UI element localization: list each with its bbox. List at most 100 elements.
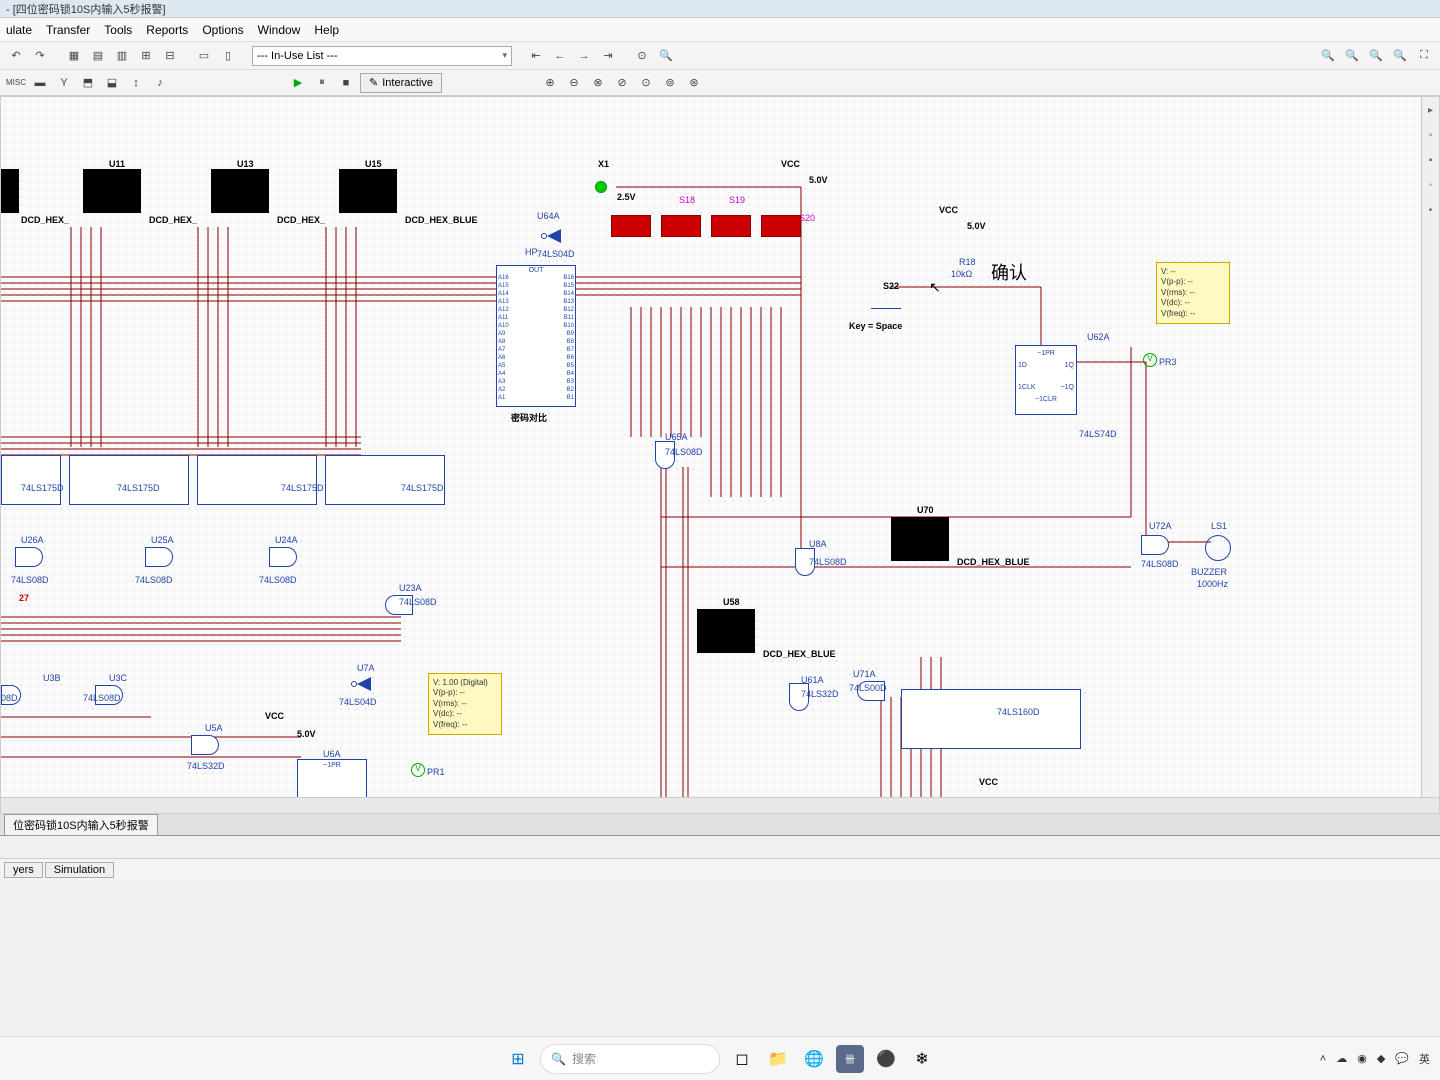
start-button[interactable]: ⊞: [504, 1045, 532, 1073]
display-u70[interactable]: [891, 517, 949, 561]
tool-button-b[interactable]: ▯: [218, 46, 238, 66]
redo-button[interactable]: ↷: [30, 46, 50, 66]
grid-button-1[interactable]: ▦: [64, 46, 84, 66]
gate-u5a[interactable]: [191, 735, 219, 755]
schematic-canvas[interactable]: ▸ ▫ ▪ ◦ •: [0, 96, 1440, 814]
tool-button-a[interactable]: ▭: [194, 46, 214, 66]
zoom-tool-icon[interactable]: ⊙: [632, 46, 652, 66]
chip-u10[interactable]: [69, 455, 189, 505]
dipswitch-1[interactable]: [611, 215, 651, 237]
display-u13[interactable]: [211, 169, 269, 213]
display-u58[interactable]: [697, 609, 755, 653]
sim-tool-3[interactable]: ⊗: [588, 73, 608, 93]
layers-tab[interactable]: yers: [4, 862, 43, 878]
vt-4[interactable]: ◦: [1429, 180, 1433, 191]
menu-simulate[interactable]: ulate: [6, 23, 32, 37]
fullscreen-button[interactable]: ⛶: [1414, 46, 1434, 66]
stop-button[interactable]: ■: [336, 73, 356, 93]
probe-pr1[interactable]: V: [411, 763, 425, 777]
chip-compare[interactable]: OUT A16A15A14A13A12A11A10A9A8A7A6A5A4A3A…: [496, 265, 576, 407]
app-icon[interactable]: ❄: [908, 1045, 936, 1073]
vt-1[interactable]: ▸: [1428, 105, 1433, 116]
display-u11[interactable]: [83, 169, 141, 213]
simulation-tab[interactable]: Simulation: [45, 862, 114, 878]
zoom-tool-icon-2[interactable]: 🔍: [656, 46, 676, 66]
grid-button-2[interactable]: ▤: [88, 46, 108, 66]
sim-tool-1[interactable]: ⊕: [540, 73, 560, 93]
menu-transfer[interactable]: Transfer: [46, 23, 90, 37]
dipswitch-4[interactable]: [761, 215, 801, 237]
switch-s22[interactable]: [871, 297, 901, 309]
menu-reports[interactable]: Reports: [146, 23, 188, 37]
flag-button[interactable]: ▬: [30, 73, 50, 93]
chip-u12[interactable]: [197, 455, 317, 505]
chip-u67[interactable]: [901, 689, 1081, 749]
tool-d[interactable]: ⬓: [102, 73, 122, 93]
tray-cube-icon[interactable]: ◆: [1377, 1052, 1385, 1065]
tray-cloud-icon[interactable]: ☁: [1336, 1052, 1347, 1065]
canvas-hscroll[interactable]: [1, 797, 1439, 813]
tool-c[interactable]: ⬒: [78, 73, 98, 93]
chip-u62a[interactable]: ~1PR 1D1Q 1CLK~1Q ~1CLR: [1015, 345, 1077, 415]
menu-tools[interactable]: Tools: [104, 23, 132, 37]
sim-tool-7[interactable]: ⊛: [684, 73, 704, 93]
sim-tool-4[interactable]: ⊘: [612, 73, 632, 93]
probe-pr3[interactable]: V: [1143, 353, 1157, 367]
task-view-icon[interactable]: ◻: [728, 1045, 756, 1073]
chip-u14[interactable]: [325, 455, 445, 505]
explorer-icon[interactable]: 📁: [764, 1045, 792, 1073]
tray-up-icon[interactable]: ˄: [1320, 1053, 1326, 1065]
nav-first-button[interactable]: ⇤: [526, 46, 546, 66]
sim-tool-2[interactable]: ⊖: [564, 73, 584, 93]
led-x1[interactable]: [595, 181, 607, 193]
in-use-list-combo[interactable]: --- In-Use List ---: [252, 46, 512, 66]
inverter-u64a[interactable]: [541, 229, 561, 243]
sim-tool-6[interactable]: ⊚: [660, 73, 680, 93]
undo-button[interactable]: ↶: [6, 46, 26, 66]
dipswitch-2[interactable]: [661, 215, 701, 237]
tray-app-icon[interactable]: ◉: [1357, 1052, 1367, 1065]
sim-tool-5[interactable]: ⊙: [636, 73, 656, 93]
gate-u26a[interactable]: [15, 547, 43, 567]
run-button[interactable]: ▶: [288, 73, 308, 93]
obs-icon[interactable]: ⚫: [872, 1045, 900, 1073]
grid-button-5[interactable]: ⊟: [160, 46, 180, 66]
buzzer-ls1[interactable]: [1205, 535, 1231, 561]
grid-button-4[interactable]: ⊞: [136, 46, 156, 66]
probe-button[interactable]: Y: [54, 73, 74, 93]
tool-e[interactable]: ↕: [126, 73, 146, 93]
zoom-in-button[interactable]: 🔍: [1318, 46, 1338, 66]
nav-next-button[interactable]: →: [574, 46, 594, 66]
inverter-u7a[interactable]: [351, 677, 371, 691]
nav-prev-button[interactable]: ←: [550, 46, 570, 66]
vt-2[interactable]: ▫: [1429, 130, 1433, 141]
zoom-area-button[interactable]: 🔍: [1390, 46, 1410, 66]
gate-u25a[interactable]: [145, 547, 173, 567]
menu-window[interactable]: Window: [258, 23, 301, 37]
tray-ime-icon[interactable]: 英: [1419, 1051, 1430, 1067]
misc-button[interactable]: MISC: [6, 73, 26, 93]
probe-note-1[interactable]: V: 1.00 (Digital) V(p-p): -- V(rms): -- …: [428, 673, 502, 735]
pause-button[interactable]: ⏸: [312, 73, 332, 93]
vt-3[interactable]: ▪: [1429, 155, 1433, 166]
interactive-button[interactable]: ✎ Interactive: [360, 73, 442, 93]
tray-chat-icon[interactable]: 💬: [1395, 1052, 1409, 1065]
chip-u6a[interactable]: ~1PR: [297, 759, 367, 801]
tool-f[interactable]: ♪: [150, 73, 170, 93]
zoom-out-button[interactable]: 🔍: [1342, 46, 1362, 66]
display-u10-half[interactable]: [1, 169, 19, 213]
chrome-icon[interactable]: 🌐: [800, 1045, 828, 1073]
gate-u72a[interactable]: [1141, 535, 1169, 555]
zoom-fit-button[interactable]: 🔍: [1366, 46, 1386, 66]
menu-help[interactable]: Help: [314, 23, 339, 37]
taskbar-search[interactable]: 🔍 搜索: [540, 1044, 720, 1074]
vt-5[interactable]: •: [1429, 205, 1433, 216]
chip-u4[interactable]: [1, 455, 61, 505]
grid-button-3[interactable]: ▥: [112, 46, 132, 66]
gate-u24a[interactable]: [269, 547, 297, 567]
menu-options[interactable]: Options: [202, 23, 243, 37]
nav-last-button[interactable]: ⇥: [598, 46, 618, 66]
design-tab-1[interactable]: 位密码锁10S内输入5秒报警: [4, 814, 158, 835]
probe-note-2[interactable]: V: -- V(p-p): -- V(rms): -- V(dc): -- V(…: [1156, 262, 1230, 324]
dipswitch-3[interactable]: [711, 215, 751, 237]
